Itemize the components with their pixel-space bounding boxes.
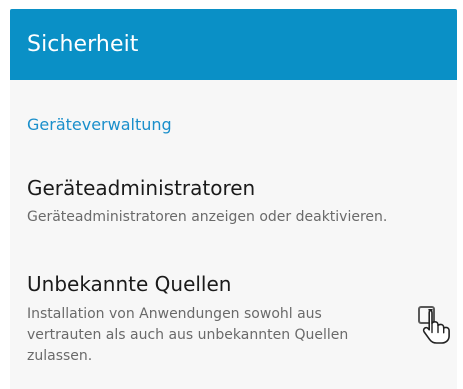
right-margin — [457, 0, 463, 389]
item-title-unknown-sources: Unbekannte Quellen — [27, 272, 232, 296]
item-summary-unknown-sources-line-3: zulassen. — [27, 348, 93, 364]
top-margin — [0, 0, 463, 9]
settings-screen: Sicherheit Geräteverwaltung Geräteadmini… — [0, 0, 463, 389]
app-bar: Sicherheit — [10, 9, 457, 80]
hand-pointer-icon — [422, 309, 450, 344]
left-margin — [0, 0, 10, 389]
page-title: Sicherheit — [27, 32, 139, 57]
item-title-device-administrators: Geräteadministratoren — [27, 176, 256, 200]
item-summary-device-administrators: Geräteadministratoren anzeigen oder deak… — [27, 209, 388, 225]
section-header-device-administration: Geräteverwaltung — [27, 115, 172, 134]
item-summary-unknown-sources-line-2: vertrauten als auch aus unbekannten Quel… — [27, 327, 349, 343]
item-summary-unknown-sources-line-1: Installation von Anwendungen sowohl aus — [27, 306, 322, 322]
